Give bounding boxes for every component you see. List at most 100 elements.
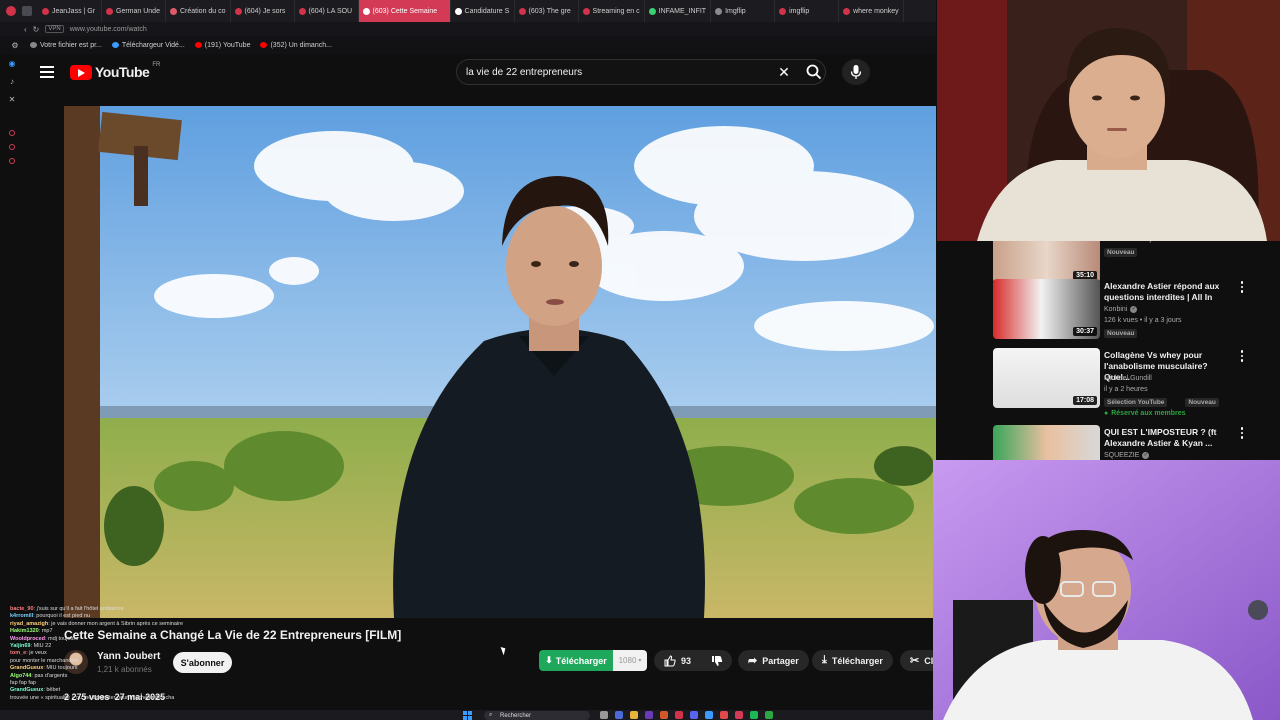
- browser-tab[interactable]: imgflip: [775, 0, 840, 22]
- dislike-button[interactable]: [702, 650, 732, 671]
- premiere-pro-icon[interactable]: [645, 711, 653, 719]
- thumbs-up-icon: [664, 654, 676, 666]
- tab-overview-icon[interactable]: [22, 6, 32, 16]
- recommendation-item[interactable]: 30:37 Alexandre Astier répond aux questio…: [993, 279, 1280, 345]
- recommendation-channel[interactable]: Konbini ✓: [1104, 306, 1138, 313]
- chat-text: fap fap fap: [10, 680, 36, 687]
- youtube-logo[interactable]: YouTube FR: [70, 62, 160, 80]
- clear-search-icon[interactable]: ✕: [777, 64, 791, 80]
- browser-tab[interactable]: (604) LA SOU: [295, 0, 359, 22]
- voice-search-button[interactable]: [842, 59, 870, 85]
- opera-menu-icon[interactable]: [6, 6, 16, 16]
- bookmark-label: Votre fichier est pr...: [40, 41, 102, 49]
- clip-button[interactable]: ✂ Cl: [900, 650, 936, 671]
- recommendation-item[interactable]: QUI EST L'IMPOSTEUR ? (ft Alexandre Asti…: [993, 425, 1280, 460]
- recommendation-thumbnail[interactable]: [993, 425, 1100, 460]
- tab-label: JeanJass | Gr: [52, 7, 96, 15]
- browser-tab[interactable]: (604) Je sors: [231, 0, 295, 22]
- opera-icon[interactable]: [675, 711, 683, 719]
- spotify-icon[interactable]: [750, 711, 758, 719]
- logo-text: YouTube: [95, 64, 150, 80]
- browser-tab[interactable]: JeanJass | Gr: [38, 0, 102, 22]
- chat-message: trouvée une « spiritualité » ou me conta…: [10, 695, 230, 702]
- youtube-play-icon: [70, 64, 92, 80]
- tiktok-icon[interactable]: ♪: [7, 76, 17, 86]
- bookmark-item[interactable]: (352) Un dimanch...: [260, 42, 332, 49]
- verified-icon: ✓: [1142, 452, 1150, 459]
- chat-username: riyad_amazigh: [10, 620, 49, 627]
- download-button[interactable]: ⤓ Télécharger: [812, 650, 893, 671]
- more-actions-icon[interactable]: [1237, 350, 1247, 364]
- vpn-badge[interactable]: VPN: [45, 25, 64, 33]
- bookmark-favicon-icon: [260, 42, 268, 48]
- bookmark-item[interactable]: Votre fichier est pr...: [30, 42, 102, 49]
- bookmark-item[interactable]: Téléchargeur Vidé...: [111, 42, 185, 49]
- file-explorer-icon[interactable]: [630, 711, 638, 719]
- windows-start-icon[interactable]: [463, 711, 472, 720]
- quality-value: 1080: [618, 656, 637, 665]
- more-actions-icon[interactable]: [1237, 427, 1247, 441]
- reload-icon[interactable]: ↻: [33, 25, 40, 34]
- taskbar-search[interactable]: ⌕ Rechercher: [484, 711, 590, 720]
- like-button[interactable]: 93: [654, 650, 702, 671]
- recommendation-thumbnail[interactable]: 17:08: [993, 348, 1100, 408]
- url-field[interactable]: www.youtube.com/watch: [70, 26, 147, 33]
- recommendation-thumbnail[interactable]: 30:37: [993, 279, 1100, 339]
- messenger-icon[interactable]: ◉: [7, 58, 17, 68]
- browser-icon[interactable]: [705, 711, 713, 719]
- download-icon[interactable]: [9, 144, 15, 150]
- recommendation-item[interactable]: 17:08 Collagène Vs whey pour l'anabolisme…: [993, 348, 1280, 417]
- recommendation-channel-name: SQUEEZIE: [1104, 452, 1140, 459]
- recommendation-title[interactable]: Alexandre Astier répond aux questions in…: [1104, 281, 1229, 303]
- youtube-music-icon[interactable]: [735, 711, 743, 719]
- bookmark-item[interactable]: (191) YouTube: [194, 42, 250, 49]
- browser-tabs: JeanJass | Gr German Unde Création du co (6…: [38, 0, 904, 22]
- browser-tab[interactable]: INFAME_INFIT: [645, 0, 712, 22]
- extension-download-button[interactable]: ⬇ Télécharger: [539, 650, 613, 671]
- webcam-bottom-frame: [933, 460, 1280, 720]
- search-input[interactable]: la vie de 22 entrepreneurs: [456, 59, 826, 85]
- premiere-icon[interactable]: [615, 711, 623, 719]
- tab-favicon-icon: [298, 7, 306, 15]
- app-icon[interactable]: [660, 711, 668, 719]
- back-icon[interactable]: ‹: [24, 25, 27, 34]
- browser-tab[interactable]: Imgflip: [711, 0, 776, 22]
- chat-username: Yaljin69: [10, 643, 31, 650]
- chat-text: pour monter le marchandise: [10, 657, 79, 664]
- recommendation-thumbnail[interactable]: 35:10: [993, 241, 1100, 283]
- chat-username: k4rromill: [10, 613, 34, 620]
- hamburger-menu-icon[interactable]: [40, 66, 54, 78]
- x-icon[interactable]: ✕: [7, 94, 17, 104]
- tab-label: Création du co: [180, 7, 226, 15]
- video-player[interactable]: [64, 106, 936, 618]
- discord-icon[interactable]: [690, 711, 698, 719]
- obs-icon[interactable]: [720, 711, 728, 719]
- browser-tab-strip: JeanJass | Gr German Unde Création du co (6…: [0, 0, 936, 22]
- share-button[interactable]: ➦ Partager: [738, 650, 809, 671]
- recommendation-channel[interactable]: SQUEEZIE ✓: [1104, 452, 1150, 459]
- taskbar-apps: [600, 711, 773, 719]
- search-button[interactable]: [800, 59, 828, 85]
- browser-tab[interactable]: where monkey: [839, 0, 904, 22]
- browser-tab[interactable]: Streaming en c: [579, 0, 645, 22]
- quality-select[interactable]: 1080 ▾: [613, 650, 647, 671]
- app-icon-2[interactable]: [765, 711, 773, 719]
- browser-tab[interactable]: German Unde: [102, 0, 166, 22]
- chat-message: bacte_90: j'suis sur qu'il a fait l'hôte…: [10, 606, 124, 612]
- browser-tab[interactable]: Candidature S: [451, 0, 515, 22]
- task-view-icon[interactable]: [600, 711, 608, 719]
- more-actions-icon[interactable]: [1237, 281, 1247, 295]
- recommendation-title[interactable]: QUI EST L'IMPOSTEUR ? (ft Alexandre Asti…: [1104, 427, 1229, 449]
- bookmark-favicon-icon: [111, 42, 119, 48]
- chat-text: trouvée une « spiritualité » ou me conta…: [10, 694, 175, 701]
- history-icon[interactable]: [9, 130, 15, 136]
- browser-tab[interactable]: (603) Cette Semaine: [358, 0, 451, 22]
- chat-message: GrandGueux: MIU toujours: [10, 665, 78, 672]
- bookmarks-bar: ⚙ Votre fichier est pr... Téléchargeur Vi…: [0, 36, 936, 54]
- browser-tab[interactable]: (603) The gre: [515, 0, 579, 22]
- settings-icon[interactable]: ⚙: [10, 40, 20, 50]
- chat-text: MIU toujours: [46, 665, 78, 672]
- recommendation-channel[interactable]: Michael Gundill: [1104, 375, 1152, 382]
- browser-tab[interactable]: Création du co: [166, 0, 231, 22]
- extension-icon[interactable]: [9, 158, 15, 164]
